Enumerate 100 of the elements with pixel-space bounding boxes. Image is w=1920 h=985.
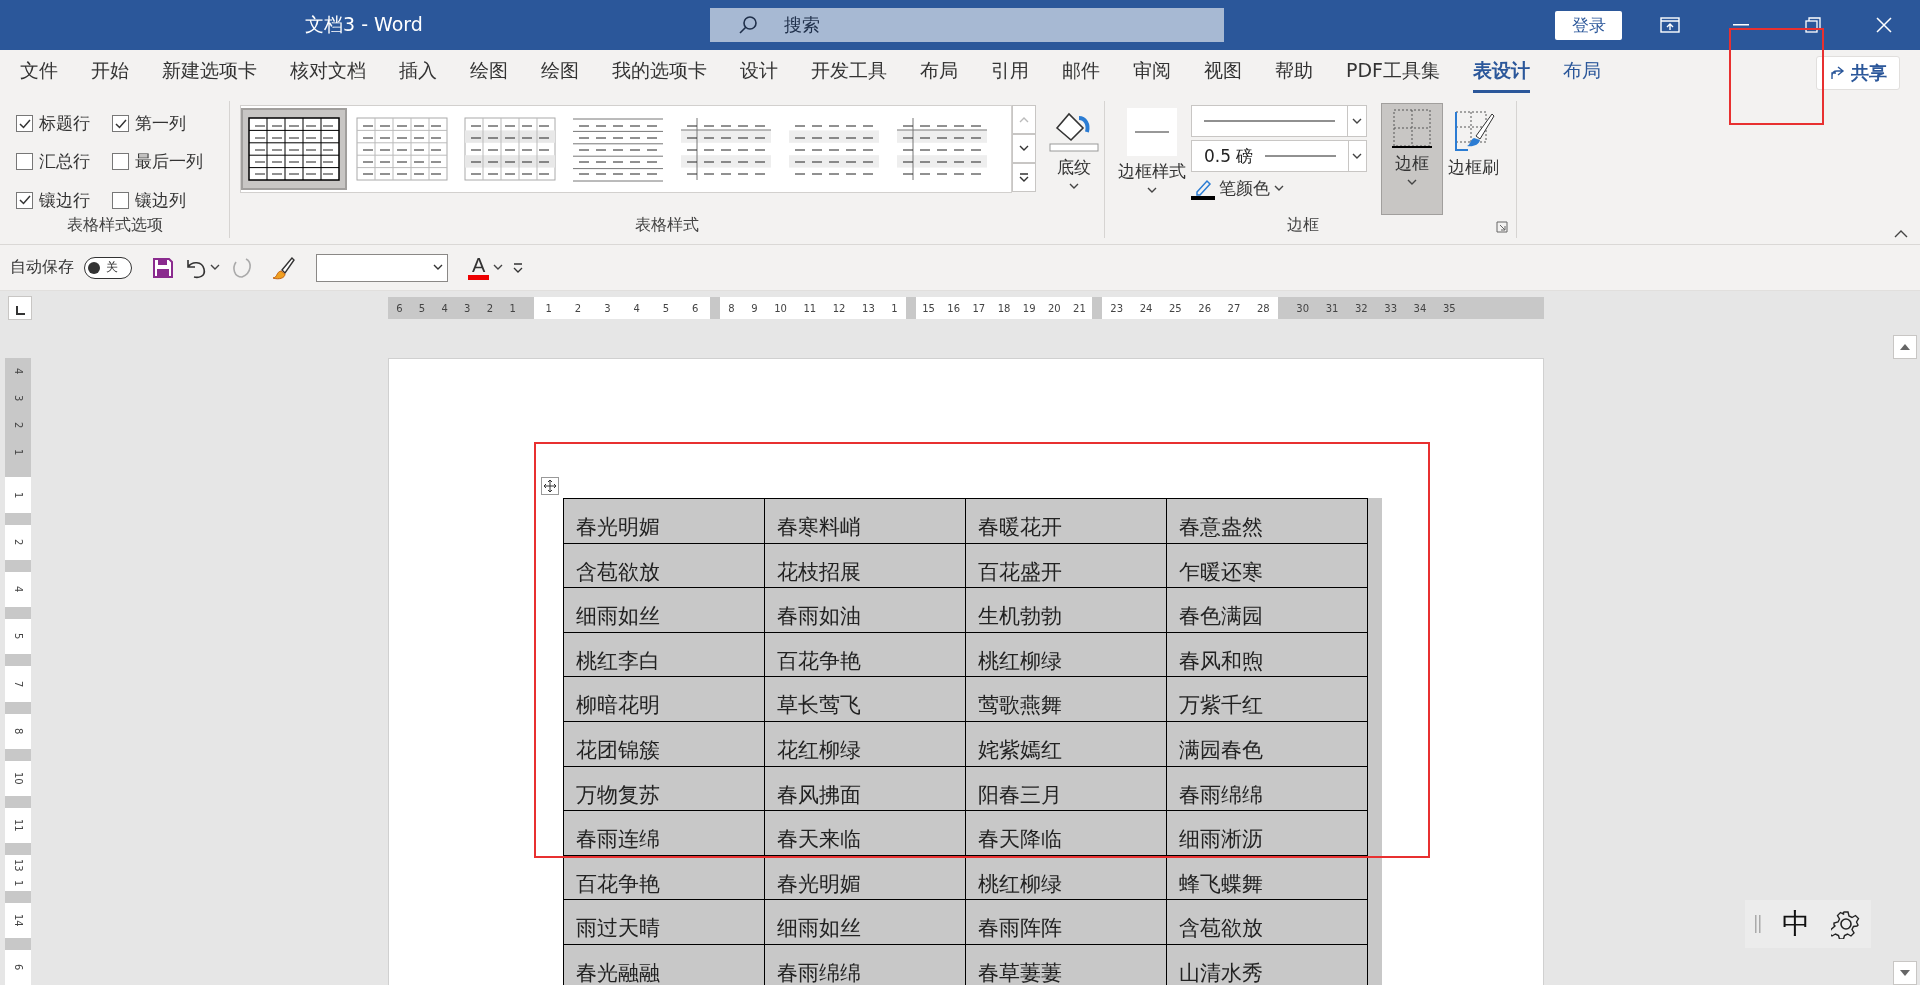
ruler-number: 31 bbox=[1325, 302, 1339, 314]
ruler-number: 2 bbox=[486, 302, 494, 314]
menu-tab[interactable]: 开始 bbox=[91, 52, 129, 93]
table-cell: 姹紫嫣红 bbox=[966, 721, 1167, 767]
menu-tab[interactable]: 设计 bbox=[740, 52, 778, 93]
font-dropdown[interactable] bbox=[316, 253, 448, 282]
table-cell: 春光明媚 bbox=[564, 499, 765, 544]
borders-button[interactable]: 边框 bbox=[1381, 103, 1443, 215]
table-cell: 春寒料峭 bbox=[765, 499, 966, 544]
menu-tab[interactable]: 绘图 bbox=[470, 52, 508, 93]
menu-tab[interactable]: 插入 bbox=[399, 52, 437, 93]
ruler-number: 5 bbox=[418, 302, 426, 314]
checkbox[interactable] bbox=[112, 191, 129, 209]
menu-tab[interactable]: 布局 bbox=[1563, 52, 1602, 93]
search-field[interactable]: 搜索 bbox=[709, 8, 1224, 42]
menu-tab[interactable]: 新建选项卡 bbox=[162, 52, 257, 93]
table-cell: 春风拂面 bbox=[765, 766, 966, 812]
menu-tab[interactable]: 布局 bbox=[920, 52, 958, 93]
pen-icon bbox=[1191, 177, 1215, 200]
border-painter-button[interactable]: 边框刷 bbox=[1443, 103, 1504, 215]
checkbox[interactable] bbox=[16, 115, 33, 133]
input-mode-indicator[interactable]: 中 bbox=[1782, 905, 1810, 943]
menu-tab[interactable]: 开发工具 bbox=[811, 52, 887, 93]
menu-tab[interactable]: PDF工具集 bbox=[1346, 52, 1441, 93]
checkbox-label: 汇总行 bbox=[39, 150, 90, 174]
table-cell: 草长莺飞 bbox=[765, 677, 966, 722]
checkbox[interactable] bbox=[112, 153, 129, 171]
checkbox-label: 镶边列 bbox=[135, 188, 186, 212]
chevron-down-icon bbox=[1351, 117, 1362, 125]
shading-button[interactable]: 底纹 bbox=[1044, 103, 1104, 215]
ruler-number: 21 bbox=[1073, 302, 1086, 314]
menu-tab[interactable]: 帮助 bbox=[1275, 52, 1313, 93]
tab-stop-button[interactable] bbox=[8, 296, 32, 320]
search-icon bbox=[737, 15, 758, 35]
ruler-number: 6 bbox=[12, 964, 24, 971]
gallery-more-button[interactable] bbox=[1012, 163, 1036, 192]
menu-tab[interactable]: 核对文档 bbox=[290, 52, 366, 93]
triangle-down-icon bbox=[1900, 970, 1910, 976]
ruler-number: 19 bbox=[1022, 302, 1036, 314]
table-style-thumbnail[interactable] bbox=[241, 108, 347, 190]
ruler-number: 10 bbox=[12, 772, 24, 785]
ruler-number: 5 bbox=[12, 633, 24, 640]
ruler-number: 11 bbox=[12, 819, 24, 832]
customize-toolbar-button[interactable] bbox=[513, 262, 524, 273]
autosave-toggle[interactable]: 关 bbox=[84, 256, 132, 279]
border-styles-button[interactable]: 边框样式 bbox=[1113, 103, 1191, 215]
menu-tab[interactable]: 视图 bbox=[1204, 52, 1242, 93]
save-button[interactable] bbox=[152, 256, 174, 279]
ruler-number: 8 bbox=[12, 727, 24, 735]
scroll-up-button[interactable] bbox=[1893, 335, 1917, 359]
chevron-down-icon bbox=[1019, 145, 1029, 152]
checkbox-label: 最后一列 bbox=[135, 150, 203, 174]
line-style-dropdown[interactable] bbox=[1191, 105, 1367, 137]
pen-color-button[interactable]: 笔颜色 bbox=[1191, 175, 1367, 202]
checkbox[interactable] bbox=[112, 115, 129, 133]
ruler-number: 4 bbox=[12, 586, 24, 593]
ruler-number: 6 bbox=[396, 302, 403, 314]
table-cell: 桃红李白 bbox=[564, 632, 765, 678]
menu-tab[interactable]: 邮件 bbox=[1062, 52, 1100, 93]
group-label: 边框 bbox=[1287, 215, 1319, 236]
table-cell: 桃红柳绿 bbox=[966, 632, 1167, 678]
menu-tab[interactable]: 绘图 bbox=[541, 52, 579, 93]
collapse-ribbon-icon[interactable] bbox=[1894, 229, 1908, 238]
scroll-down-button[interactable] bbox=[1893, 961, 1917, 985]
menu-tab[interactable]: 文件 bbox=[20, 52, 58, 93]
menu-tab[interactable]: 引用 bbox=[991, 52, 1029, 93]
checkmark-icon bbox=[18, 195, 31, 206]
settings-icon[interactable] bbox=[1830, 909, 1861, 939]
move-handle-icon[interactable] bbox=[541, 477, 559, 495]
table-cell: 春光融融 bbox=[564, 944, 765, 985]
checkbox[interactable] bbox=[16, 153, 33, 171]
checkbox[interactable] bbox=[16, 191, 33, 209]
minimize-icon bbox=[1733, 24, 1750, 26]
format-painter-button[interactable] bbox=[272, 255, 296, 280]
checkmark-icon bbox=[114, 118, 127, 129]
table-cell: 山清水秀 bbox=[1167, 944, 1368, 985]
table-cell: 满园春色 bbox=[1167, 721, 1368, 767]
ruler-number: 1 bbox=[509, 302, 516, 314]
table-cell: 春雨绵绵 bbox=[1167, 766, 1368, 812]
menu-tab[interactable]: 我的选项卡 bbox=[612, 52, 707, 93]
share-button[interactable]: 共享 bbox=[1816, 55, 1900, 90]
table-cell: 含苞欲放 bbox=[1167, 900, 1368, 945]
dialog-launcher-icon[interactable] bbox=[1496, 220, 1508, 233]
gallery-down-button[interactable] bbox=[1012, 134, 1036, 163]
table-cell: 桃红柳绿 bbox=[966, 855, 1167, 901]
menu-tab[interactable]: 表设计 bbox=[1473, 52, 1531, 93]
table-cell: 细雨淅沥 bbox=[1167, 811, 1368, 856]
ruler-number: 3 bbox=[604, 302, 611, 314]
triangle-up-icon bbox=[1900, 344, 1910, 350]
customize-icon bbox=[513, 262, 524, 273]
ruler-number: 4 bbox=[12, 368, 24, 375]
menu-tab[interactable]: 审阅 bbox=[1133, 52, 1171, 93]
ruler-number: 17 bbox=[972, 302, 986, 314]
ruler-number: 1 bbox=[12, 880, 24, 887]
line-weight-dropdown[interactable]: 0.5 磅 bbox=[1191, 140, 1367, 172]
sign-in-button[interactable]: 登录 bbox=[1554, 10, 1623, 40]
ruler-number: 12 bbox=[832, 302, 846, 314]
font-color-button[interactable]: A bbox=[468, 255, 504, 280]
ruler-number: 10 bbox=[774, 302, 787, 314]
ruler-number: 25 bbox=[1168, 302, 1182, 314]
